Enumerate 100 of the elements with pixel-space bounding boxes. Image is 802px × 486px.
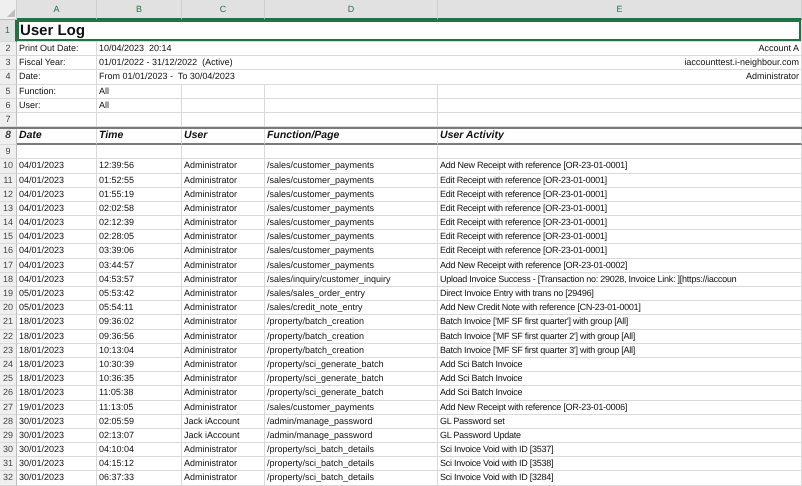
- row-number[interactable]: 1: [0, 20, 17, 42]
- table-cell: 18/01/2023: [17, 372, 97, 386]
- table-cell: Jack iAccount: [182, 414, 265, 429]
- table-cell: /property/sci_batch_details: [265, 443, 438, 458]
- row-number[interactable]: 21: [0, 315, 17, 330]
- table-cell: iaccounttest.i-neighbour.com: [438, 56, 802, 70]
- table-cell: 02:13:07: [97, 428, 182, 444]
- row-number[interactable]: 25: [0, 372, 17, 386]
- table-cell: 04/01/2023: [17, 188, 97, 202]
- row-number[interactable]: 13: [0, 202, 17, 216]
- row-number[interactable]: 6: [0, 98, 17, 113]
- row-number[interactable]: 12: [0, 188, 17, 202]
- table-cell: /sales/customer_payments: [265, 202, 438, 216]
- row-number[interactable]: 5: [0, 84, 17, 99]
- table-cell: 04/01/2023: [17, 202, 97, 216]
- table-cell: From 01/01/2023 - To 30/04/2023: [97, 70, 438, 85]
- table-cell: /sales/customer_payments: [265, 230, 438, 244]
- table-cell: 05:54:11: [97, 301, 182, 316]
- table-cell: Add Sci Batch Invoice: [438, 386, 802, 400]
- row-number[interactable]: 29: [0, 428, 17, 444]
- table-cell: 02:02:58: [97, 202, 182, 216]
- table-cell: Administrator: [182, 400, 265, 415]
- table-cell: Function:: [17, 84, 97, 99]
- table-cell: 05/01/2023: [17, 301, 97, 316]
- table-cell: 10/04/2023 20:14: [97, 42, 438, 56]
- table-cell: Administrator: [182, 202, 265, 216]
- table-cell: 04/01/2023: [17, 272, 97, 287]
- table-cell: Administrator: [182, 443, 265, 458]
- table-cell: 04/01/2023: [17, 159, 97, 174]
- table-cell: Edit Receipt with reference [OR-23-01-0001]: [438, 188, 802, 202]
- column-header[interactable]: E: [438, 0, 802, 20]
- row-number[interactable]: 26: [0, 386, 17, 400]
- column-header[interactable]: B: [97, 0, 182, 20]
- table-cell: Administrator: [182, 386, 265, 400]
- column-heading: Time: [97, 129, 182, 146]
- table-cell: Administrator: [438, 70, 802, 85]
- column-header[interactable]: D: [265, 0, 438, 20]
- column-header[interactable]: C: [182, 0, 265, 20]
- table-cell: 09:36:56: [97, 330, 182, 344]
- column-header[interactable]: A: [17, 0, 97, 20]
- table-cell: Administrator: [182, 330, 265, 344]
- row-number[interactable]: 27: [0, 400, 17, 415]
- row-number[interactable]: 16: [0, 244, 17, 259]
- row-number[interactable]: 31: [0, 457, 17, 472]
- table-cell: 01:52:55: [97, 174, 182, 188]
- table-cell: Add New Receipt with reference [OR-23-01-0002]: [438, 258, 802, 273]
- table-cell: /property/sci_batch_details: [265, 457, 438, 472]
- row-number[interactable]: 15: [0, 230, 17, 244]
- table-cell: Administrator: [182, 174, 265, 188]
- row-number[interactable]: 8: [0, 129, 17, 146]
- table-cell: Jack iAccount: [182, 428, 265, 444]
- table-cell: /sales/customer_payments: [265, 258, 438, 273]
- table-cell: Add New Credit Note with reference [CN-23-01-0001]: [438, 301, 802, 316]
- table-cell: 04:10:04: [97, 443, 182, 458]
- table-cell: Add New Receipt with reference [OR-23-01-0006]: [438, 400, 802, 415]
- table-cell: 04/01/2023: [17, 230, 97, 244]
- table-cell: 10:36:35: [97, 372, 182, 386]
- row-number[interactable]: 11: [0, 174, 17, 188]
- table-cell: 11:05:38: [97, 386, 182, 400]
- table-cell: Administrator: [182, 159, 265, 174]
- table-cell: Print Out Date:: [17, 42, 97, 56]
- column-heading: User: [182, 129, 265, 146]
- table-cell: 10:13:04: [97, 344, 182, 358]
- select-all-icon[interactable]: [7, 9, 15, 17]
- row-number[interactable]: 19: [0, 287, 17, 302]
- table-cell: /sales/sales_order_entry: [265, 287, 438, 302]
- sheet-title: User Log: [17, 20, 802, 42]
- table-cell: 04/01/2023: [17, 216, 97, 230]
- table-cell: 30/01/2023: [17, 471, 97, 486]
- row-number[interactable]: 10: [0, 159, 17, 174]
- row-number[interactable]: 22: [0, 330, 17, 344]
- row-number[interactable]: 9: [0, 145, 17, 160]
- table-cell: Batch Invoice ['MF SF first quarter 3'] with group [All]: [438, 344, 802, 358]
- table-cell: Edit Receipt with reference [OR-23-01-0001]: [438, 230, 802, 244]
- row-number[interactable]: 30: [0, 443, 17, 458]
- table-cell: Date:: [17, 70, 97, 85]
- row-number[interactable]: 28: [0, 414, 17, 429]
- table-cell: /admin/manage_password: [265, 414, 438, 429]
- row-number[interactable]: 23: [0, 344, 17, 358]
- table-cell: 05:53:42: [97, 287, 182, 302]
- table-cell: Direct Invoice Entry with trans no [29496]: [438, 287, 802, 302]
- table-cell: /sales/customer_payments: [265, 216, 438, 230]
- row-number[interactable]: 17: [0, 258, 17, 273]
- table-cell: 12:39:56: [97, 159, 182, 174]
- row-number[interactable]: 7: [0, 112, 17, 128]
- row-number[interactable]: 24: [0, 358, 17, 372]
- row-number[interactable]: 32: [0, 471, 17, 486]
- row-number[interactable]: 18: [0, 272, 17, 287]
- table-cell: Add New Receipt with reference [OR-23-01-0001]: [438, 159, 802, 174]
- table-cell: Administrator: [182, 216, 265, 230]
- row-number[interactable]: 4: [0, 70, 17, 85]
- row-number[interactable]: 3: [0, 56, 17, 70]
- table-cell: /sales/customer_payments: [265, 244, 438, 259]
- row-number[interactable]: 2: [0, 42, 17, 56]
- table-cell: Fiscal Year:: [17, 56, 97, 70]
- row-number[interactable]: 20: [0, 301, 17, 316]
- row-number[interactable]: 14: [0, 216, 17, 230]
- table-cell: Administrator: [182, 272, 265, 287]
- table-cell: Add Sci Batch Invoice: [438, 358, 802, 372]
- table-cell: Edit Receipt with reference [OR-23-01-0001]: [438, 202, 802, 216]
